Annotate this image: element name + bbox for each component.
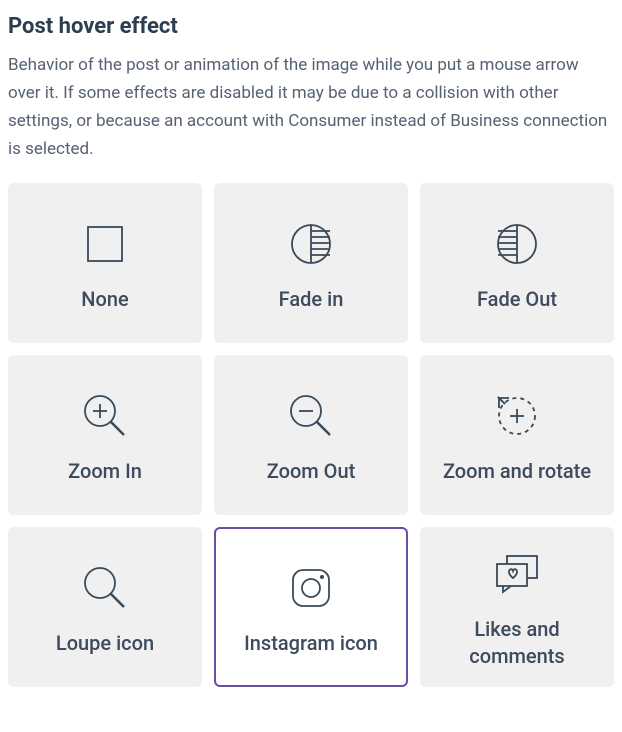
instagram-icon — [287, 558, 335, 618]
zoom-rotate-icon — [491, 386, 543, 446]
option-likes-comments[interactable]: Likes and comments — [420, 527, 614, 687]
zoom-out-icon — [285, 386, 337, 446]
option-label: Fade Out — [477, 286, 557, 313]
option-fade-in[interactable]: Fade in — [214, 183, 408, 343]
option-zoom-in[interactable]: Zoom In — [8, 355, 202, 515]
option-grid: None Fade in Fade Out — [8, 183, 614, 687]
option-label: Zoom Out — [267, 458, 356, 485]
option-none[interactable]: None — [8, 183, 202, 343]
section-title: Post hover effect — [8, 14, 614, 39]
zoom-in-icon — [79, 386, 131, 446]
fade-out-icon — [494, 214, 540, 274]
none-icon — [82, 214, 128, 274]
option-label: None — [81, 286, 128, 313]
option-label: Zoom and rotate — [443, 458, 591, 485]
likes-comments-icon — [489, 544, 545, 604]
option-label: Instagram icon — [244, 630, 378, 657]
option-label: Zoom In — [68, 458, 142, 485]
option-fade-out[interactable]: Fade Out — [420, 183, 614, 343]
option-label: Fade in — [279, 286, 344, 313]
option-zoom-out[interactable]: Zoom Out — [214, 355, 408, 515]
option-label: Loupe icon — [56, 630, 154, 657]
fade-in-icon — [288, 214, 334, 274]
option-label: Likes and comments — [428, 616, 606, 670]
section-description: Behavior of the post or animation of the… — [8, 51, 614, 163]
option-loupe[interactable]: Loupe icon — [8, 527, 202, 687]
loupe-icon — [79, 558, 131, 618]
option-zoom-rotate[interactable]: Zoom and rotate — [420, 355, 614, 515]
option-instagram[interactable]: Instagram icon — [214, 527, 408, 687]
